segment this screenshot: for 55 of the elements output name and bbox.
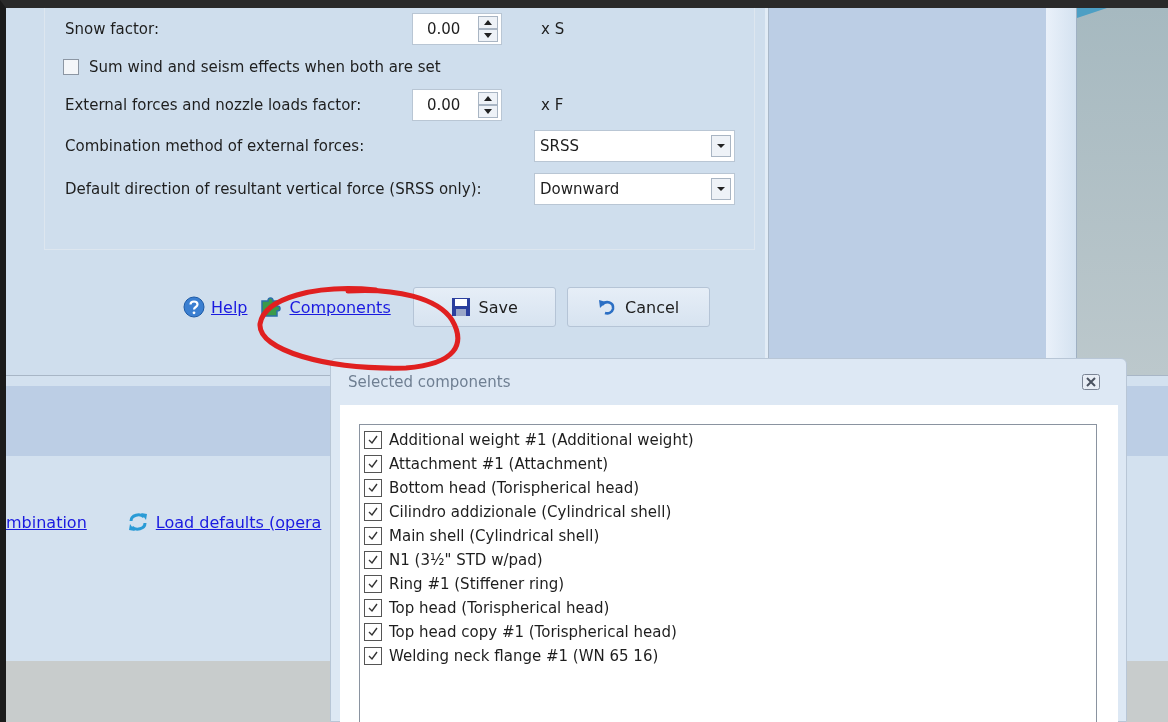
spinner-arrows-icon[interactable] [478, 92, 498, 118]
list-item[interactable]: Additional weight #1 (Additional weight) [389, 431, 694, 449]
save-button[interactable]: Save [412, 287, 556, 327]
components-link[interactable]: Components [289, 297, 391, 317]
list-item[interactable]: Welding neck flange #1 (WN 65 16) [389, 647, 659, 665]
checkmark-icon [367, 578, 379, 590]
unit-label: x S [541, 20, 565, 38]
checkmark-icon [367, 554, 379, 566]
help-link[interactable]: Help [211, 297, 248, 317]
checkmark-icon [367, 506, 379, 518]
checkbox[interactable] [364, 479, 382, 497]
checkbox[interactable] [364, 599, 382, 617]
field-label: Combination method of external forces: [65, 136, 366, 155]
checkmark-icon [367, 458, 379, 470]
dropdown[interactable]: Downward [534, 172, 735, 205]
checkbox[interactable] [364, 527, 382, 545]
checkbox[interactable] [364, 551, 382, 569]
list-item[interactable]: N1 (3½" STD w/pad) [389, 551, 543, 569]
checkmark-icon [367, 602, 379, 614]
corner-shape [1077, 8, 1107, 18]
checkbox[interactable] [364, 455, 382, 473]
list-item[interactable]: Top head copy #1 (Torispherical head) [389, 623, 677, 641]
checkmark-icon [367, 530, 379, 542]
help-icon[interactable] [183, 296, 205, 318]
field-label: Default direction of resultant vertical force (SRSS only): [65, 179, 483, 198]
field-label: Snow factor: [65, 20, 160, 38]
close-icon[interactable] [1082, 374, 1100, 390]
checkmark-icon [367, 650, 379, 662]
checkbox[interactable] [364, 647, 382, 665]
list-item[interactable]: Cilindro addizionale (Cylindrical shell) [389, 503, 672, 521]
checkmark-icon [367, 626, 379, 638]
popup-title: Selected components [348, 373, 511, 391]
list-item[interactable]: Ring #1 (Stiffener ring) [389, 575, 565, 593]
list-item[interactable]: Bottom head (Torispherical head) [389, 479, 640, 497]
checkbox-label: Sum wind and seism effects when both are set [89, 58, 441, 76]
cancel-button[interactable]: Cancel [566, 287, 710, 327]
dropdown[interactable]: SRSS [534, 129, 735, 162]
checkbox[interactable] [364, 575, 382, 593]
list-item[interactable]: Main shell (Cylindrical shell) [389, 527, 600, 545]
puzzle-icon [259, 295, 284, 319]
checkbox[interactable] [364, 623, 382, 641]
field-label: External forces and nozzle loads factor: [65, 96, 363, 114]
checkmark-icon [367, 482, 379, 494]
spinner-arrows-icon[interactable] [478, 16, 498, 42]
combination-link[interactable]: mbination [6, 512, 87, 532]
checkmark-icon [367, 434, 379, 446]
load-defaults-link[interactable]: Load defaults (opera [155, 512, 322, 532]
unit-label: x F [541, 96, 564, 114]
number-field[interactable]: 0.00 [412, 13, 502, 45]
checkbox[interactable] [63, 59, 79, 75]
list-item[interactable]: Top head (Torispherical head) [389, 599, 610, 617]
number-field[interactable]: 0.00 [412, 89, 502, 121]
checkbox[interactable] [364, 431, 382, 449]
list-item[interactable]: Attachment #1 (Attachment) [389, 455, 609, 473]
checkbox[interactable] [364, 503, 382, 521]
